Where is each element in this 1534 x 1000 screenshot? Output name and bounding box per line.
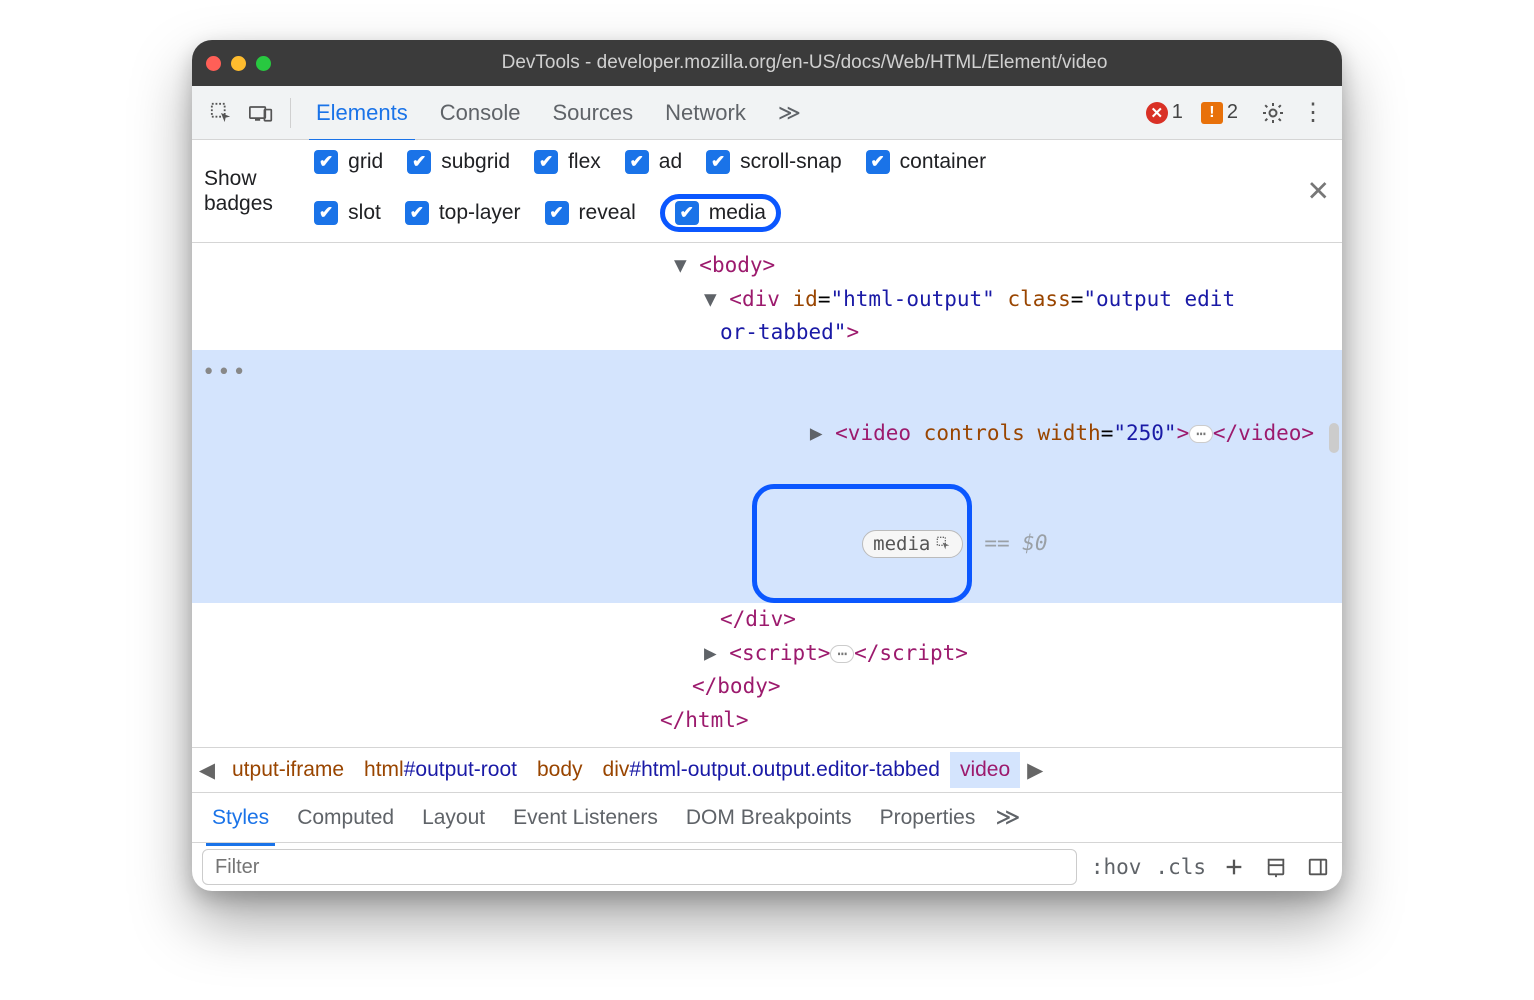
breadcrumb-item: utput-iframe [222,752,354,788]
dom-node-video-selected[interactable]: ••• ▶ <video controls width="250">⋯</vid… [192,350,1342,484]
warnings-count: 2 [1227,101,1238,124]
error-icon: ✕ [1146,102,1168,124]
styles-tabs-overflow-icon[interactable]: ≫ [995,803,1020,832]
dom-node-body-close: </body> [192,670,1342,704]
dom-node-html-close: </html> [192,704,1342,738]
dom-node-div-cont: or-tabbed"> [192,316,1342,350]
paint-flash-icon[interactable] [1262,856,1290,878]
collapsed-ellipsis-icon[interactable]: ⋯ [1189,425,1213,443]
errors-badge[interactable]: ✕ 1 [1146,101,1183,124]
hov-toggle[interactable]: :hov [1091,855,1142,879]
badges-grid: ✔grid ✔subgrid ✔flex ✔ad ✔scroll-snap ✔c… [314,150,1330,232]
media-badge-highlight: media [752,484,972,603]
dom-node-body: ▼ <body> [192,249,1342,283]
breadcrumb-item: html#output-root [354,752,527,788]
checkbox-icon[interactable]: ✔ [314,150,338,174]
scrollbar-thumb[interactable] [1329,423,1339,453]
checkbox-icon[interactable]: ✔ [545,201,569,225]
errors-count: 1 [1172,101,1183,124]
dom-node-div: ▼ <div id="html-output" class="output ed… [192,283,1342,317]
tab-network[interactable]: Network [652,94,759,132]
checkbox-icon[interactable]: ✔ [706,150,730,174]
badge-checkbox-grid[interactable]: ✔grid [314,150,383,174]
badge-checkbox-media[interactable]: ✔media [660,194,781,232]
collapsed-ellipsis-icon[interactable]: ⋯ [830,645,854,663]
window-title: DevTools - developer.mozilla.org/en-US/d… [281,52,1328,74]
tab-console[interactable]: Console [427,94,534,132]
badges-bar: Show badges ✔grid ✔subgrid ✔flex ✔ad ✔sc… [192,140,1342,243]
breadcrumb-scroll-right-icon[interactable]: ▶ [1020,758,1050,783]
checkbox-icon[interactable]: ✔ [625,150,649,174]
warnings-badge[interactable]: ! 2 [1201,101,1238,124]
badges-label: Show badges [204,166,298,216]
device-toggle-icon[interactable] [244,96,278,130]
media-badge[interactable]: media [862,530,963,558]
styles-tab-event-listeners[interactable]: Event Listeners [501,800,670,836]
dom-node-script: ▶ <script>⋯</script> [192,637,1342,671]
dom-tree[interactable]: ▼ <body> ▼ <div id="html-output" class="… [192,243,1342,747]
inspect-arrow-icon [936,536,952,552]
panel-dock-icon[interactable] [1304,856,1332,878]
badge-checkbox-reveal[interactable]: ✔reveal [545,201,636,225]
inspect-icon[interactable] [204,96,238,130]
badge-checkbox-scroll-snap[interactable]: ✔scroll-snap [706,150,842,174]
badge-checkbox-slot[interactable]: ✔slot [314,201,381,225]
breadcrumb-item-selected: video [950,752,1020,788]
settings-gear-icon[interactable] [1256,101,1290,125]
close-icon[interactable] [206,56,221,71]
badge-checkbox-ad[interactable]: ✔ad [625,150,682,174]
styles-tab-computed[interactable]: Computed [285,800,406,836]
more-menu-icon[interactable]: ⋮ [1296,98,1330,127]
badge-checkbox-top-layer[interactable]: ✔top-layer [405,201,521,225]
cls-toggle[interactable]: .cls [1155,855,1206,879]
styles-tab-styles[interactable]: Styles [200,800,281,836]
badge-checkbox-subgrid[interactable]: ✔subgrid [407,150,510,174]
minimize-icon[interactable] [231,56,246,71]
checkbox-icon[interactable]: ✔ [405,201,429,225]
breadcrumb-scroll-left-icon[interactable]: ◀ [192,758,222,783]
styles-tab-properties[interactable]: Properties [868,800,988,836]
dom-media-badge-row: media == $0 [192,484,1342,603]
checkbox-icon[interactable]: ✔ [314,201,338,225]
tab-elements[interactable]: Elements [303,94,421,132]
tabs-overflow-icon[interactable]: ≫ [765,94,814,132]
warning-icon: ! [1201,102,1223,124]
maximize-icon[interactable] [256,56,271,71]
dom-node-div-close: </div> [192,603,1342,637]
styles-tab-layout[interactable]: Layout [410,800,497,836]
traffic-lights [206,56,271,71]
checkbox-icon[interactable]: ✔ [534,150,558,174]
styles-tab-dom-breakpoints[interactable]: DOM Breakpoints [674,800,864,836]
breadcrumb-item: div#html-output.output.editor-tabbed [593,752,950,788]
checkbox-icon[interactable]: ✔ [866,150,890,174]
filter-input[interactable] [202,849,1077,885]
tab-sources[interactable]: Sources [539,94,646,132]
main-toolbar: Elements Console Sources Network ≫ ✕ 1 !… [192,86,1342,140]
separator [290,98,291,128]
breadcrumb-item: body [527,752,593,788]
expand-dots-icon[interactable]: ••• [202,355,248,390]
new-style-rule-icon[interactable] [1220,856,1248,878]
close-badges-icon[interactable]: ✕ [1307,175,1330,208]
badge-checkbox-flex[interactable]: ✔flex [534,150,601,174]
checkbox-icon[interactable]: ✔ [407,150,431,174]
eq-dollar-zero: == $0 [984,527,1047,561]
breadcrumb: ◀ utput-iframe html#output-root body div… [192,747,1342,793]
styles-tabs: Styles Computed Layout Event Listeners D… [192,793,1342,843]
styles-toolbar: :hov .cls [192,843,1342,891]
badge-checkbox-container[interactable]: ✔container [866,150,986,174]
checkbox-icon[interactable]: ✔ [675,201,699,225]
titlebar: DevTools - developer.mozilla.org/en-US/d… [192,40,1342,86]
devtools-window: DevTools - developer.mozilla.org/en-US/d… [192,40,1342,891]
